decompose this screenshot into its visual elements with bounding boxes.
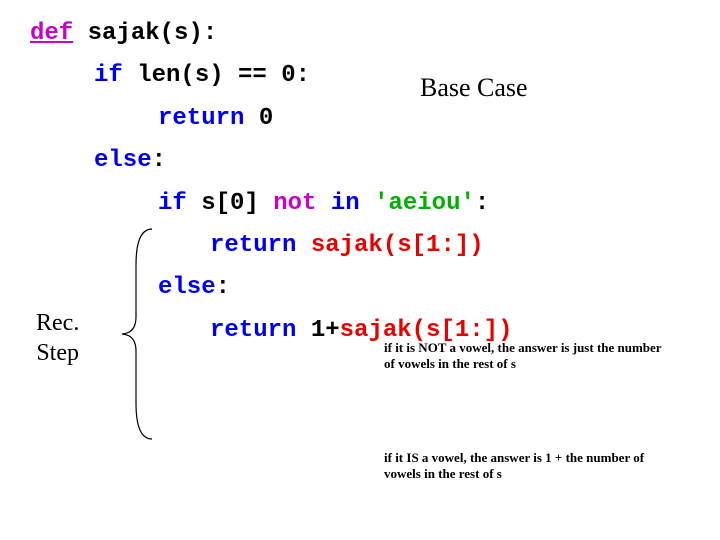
code-line-def: def sajak(s): (30, 18, 690, 50)
brace-icon (118, 225, 158, 443)
code-line-else: else: (30, 145, 690, 177)
if1-cond: len(s) == 0: (123, 62, 310, 89)
str-aeiou: 'aeiou' (360, 190, 475, 217)
code-line-if-base: if len(s) == 0: (30, 60, 690, 92)
rec-step-line2: Step (36, 340, 79, 366)
kw-return-b: return (210, 317, 296, 344)
annotation-is-vowel: if it IS a vowel, the answer is 1 + the … (384, 450, 674, 481)
ret0-val: 0 (244, 105, 273, 132)
fn-sig: sajak(s): (73, 20, 217, 47)
if2-a: s[0] (187, 190, 273, 217)
kw-return-a: return (210, 232, 296, 259)
kw-in: in (316, 190, 359, 217)
kw-if: if (94, 62, 123, 89)
retB-1: 1 (296, 317, 325, 344)
code-line-return-0: return 0 (30, 103, 690, 135)
if2-colon: : (475, 190, 489, 217)
kw-def: def (30, 20, 73, 47)
kw-if2: if (158, 190, 187, 217)
kw-else2: else (158, 274, 216, 301)
kw-return: return (158, 105, 244, 132)
annotation-not-vowel: if it is NOT a vowel, the answer is just… (384, 340, 674, 371)
kw-not: not (273, 190, 316, 217)
annotation-base-case: Base Case (420, 70, 528, 105)
retB-plus: + (325, 317, 339, 344)
rec-step-line1: Rec. (36, 310, 79, 336)
else2-colon: : (216, 274, 230, 301)
annotation-rec-step: Rec. Step (36, 308, 79, 368)
retA-call: sajak(s[1:]) (296, 232, 483, 259)
code-line-if-vowel: if s[0] not in 'aeiou': (30, 188, 690, 220)
else-colon: : (152, 147, 166, 174)
kw-else: else (94, 147, 152, 174)
